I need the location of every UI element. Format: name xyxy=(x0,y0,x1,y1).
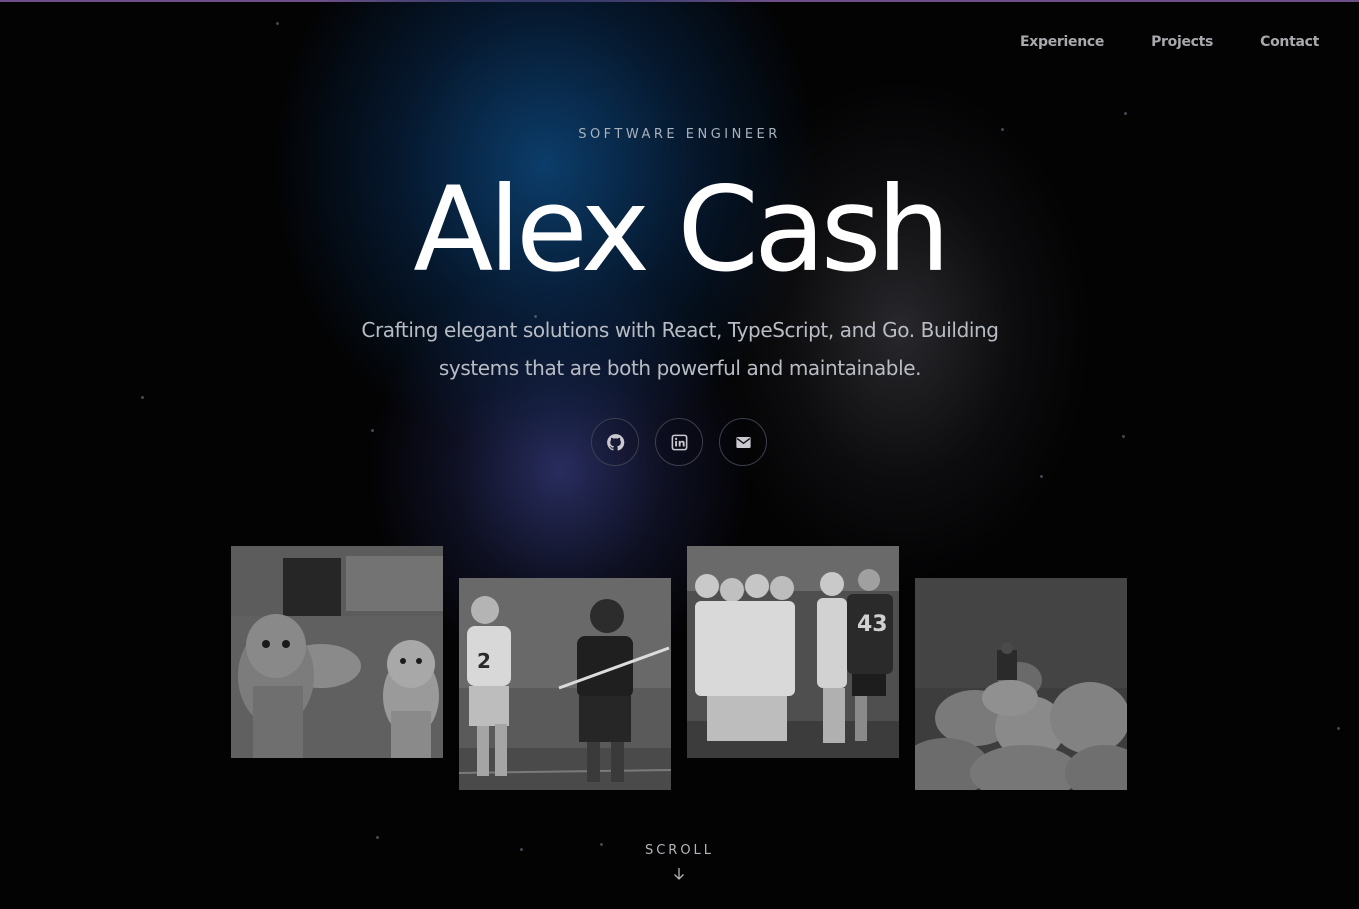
tagline-line-2: systems that are both powerful and maint… xyxy=(438,356,922,380)
github-icon xyxy=(606,433,624,451)
svg-text:2: 2 xyxy=(477,649,491,673)
arrow-down-icon[interactable] xyxy=(672,866,686,882)
nav-contact[interactable]: Contact xyxy=(1260,34,1319,50)
star xyxy=(376,836,379,839)
email-icon xyxy=(735,436,751,448)
linkedin-button[interactable] xyxy=(655,418,703,466)
star xyxy=(276,22,279,25)
linkedin-icon xyxy=(671,434,687,450)
svg-text:43: 43 xyxy=(857,612,888,637)
photo-dogs xyxy=(231,546,443,758)
star xyxy=(1122,435,1125,438)
star xyxy=(1124,112,1127,115)
hero-name: Alex Cash xyxy=(413,161,950,298)
github-button[interactable] xyxy=(591,418,639,466)
photo-rock-summit xyxy=(915,578,1127,790)
star xyxy=(141,396,144,399)
top-accent-line xyxy=(0,0,1359,2)
role-eyebrow: SOFTWARE ENGINEER xyxy=(578,127,781,142)
star xyxy=(371,429,374,432)
scroll-label: SCROLL xyxy=(644,843,715,858)
photo-lacrosse-team: 43 xyxy=(687,546,899,758)
star xyxy=(1040,475,1043,478)
tagline-line-1: Crafting elegant solutions with React, T… xyxy=(361,318,999,342)
nav-experience[interactable]: Experience xyxy=(1020,34,1104,50)
hero-tagline: Crafting elegant solutions with React, T… xyxy=(330,311,1030,387)
nav-projects[interactable]: Projects xyxy=(1151,34,1213,50)
email-button[interactable] xyxy=(719,418,767,466)
star xyxy=(1337,727,1340,730)
photo-lacrosse-players: 2 xyxy=(459,578,671,790)
top-nav: Experience Projects Contact xyxy=(1020,34,1319,50)
social-links xyxy=(591,418,767,466)
